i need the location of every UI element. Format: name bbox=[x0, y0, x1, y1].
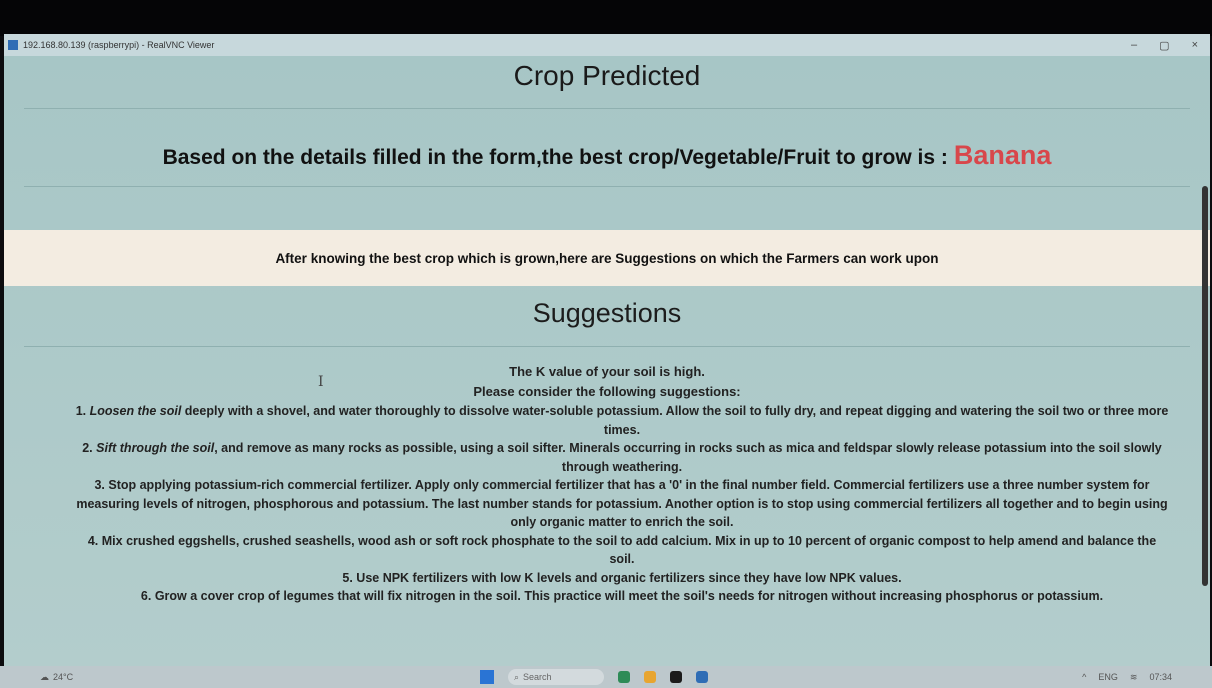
minimize-button[interactable]: – bbox=[1131, 39, 1137, 52]
weather-widget[interactable]: ☁ 24°C bbox=[40, 672, 73, 683]
search-placeholder: Search bbox=[523, 672, 552, 682]
suggestions-list: 1. Loosen the soil deeply with a shovel,… bbox=[74, 402, 1170, 606]
prediction-result: Based on the details filled in the form,… bbox=[4, 140, 1210, 171]
realvnc-taskbar-icon[interactable] bbox=[696, 671, 708, 683]
info-banner: After knowing the best crop which is gro… bbox=[4, 230, 1210, 286]
monitor-bezel bbox=[0, 0, 1212, 36]
taskbar-search[interactable]: ⌕ Search bbox=[508, 669, 604, 685]
start-button[interactable] bbox=[480, 670, 494, 684]
divider bbox=[24, 186, 1190, 187]
system-tray: ^ ENG ≋ 07:34 bbox=[1082, 672, 1172, 683]
browser-app-icon[interactable] bbox=[618, 671, 630, 683]
realvnc-app-icon bbox=[8, 40, 18, 50]
page-title: Crop Predicted bbox=[513, 60, 701, 91]
app-icon[interactable] bbox=[670, 671, 682, 683]
weather-icon: ☁ bbox=[40, 671, 49, 682]
taskbar-center: ⌕ Search bbox=[480, 669, 708, 685]
window-title: 192.168.80.139 (raspberrypi) - RealVNC V… bbox=[23, 40, 215, 50]
divider bbox=[24, 346, 1190, 347]
list-item: 3. Stop applying potassium-rich commerci… bbox=[76, 478, 1168, 529]
monitor-screen: 192.168.80.139 (raspberrypi) - RealVNC V… bbox=[0, 0, 1212, 688]
predicted-crop: Banana bbox=[953, 140, 1052, 170]
list-item: 4. Mix crushed eggshells, crushed seashe… bbox=[87, 533, 1157, 567]
taskbar: ☁ 24°C ⌕ Search ^ ENG ≋ 07:34 bbox=[0, 666, 1212, 688]
list-item: 5. Use NPK fertilizers with low K levels… bbox=[342, 570, 902, 585]
suggestions-intro: The K value of your soil is high. Please… bbox=[4, 362, 1210, 402]
list-item: 1. Loosen the soil deeply with a shovel,… bbox=[75, 404, 1169, 437]
banner-text: After knowing the best crop which is gro… bbox=[275, 250, 939, 266]
consider-line: Please consider the following suggestion… bbox=[473, 384, 741, 399]
wifi-icon[interactable]: ≋ bbox=[1130, 672, 1138, 683]
result-text: Based on the details filled in the form,… bbox=[162, 146, 948, 169]
text-cursor-icon: I bbox=[318, 374, 324, 390]
chevron-up-icon[interactable]: ^ bbox=[1082, 672, 1086, 683]
weather-temp: 24°C bbox=[53, 672, 74, 682]
close-button[interactable]: × bbox=[1192, 39, 1198, 52]
list-item: 6. Grow a cover crop of legumes that wil… bbox=[140, 589, 1104, 603]
maximize-button[interactable]: ▢ bbox=[1159, 39, 1169, 52]
vnc-window: 192.168.80.139 (raspberrypi) - RealVNC V… bbox=[4, 34, 1210, 666]
clock[interactable]: 07:34 bbox=[1149, 672, 1172, 683]
file-explorer-icon[interactable] bbox=[644, 671, 656, 683]
k-value-line: The K value of your soil is high. bbox=[509, 364, 705, 379]
suggestions-heading: Suggestions bbox=[532, 298, 682, 328]
list-item: 2. Sift through the soil, and remove as … bbox=[82, 441, 1162, 474]
page-scrollbar[interactable] bbox=[1202, 186, 1208, 586]
divider bbox=[24, 108, 1190, 109]
window-titlebar[interactable]: 192.168.80.139 (raspberrypi) - RealVNC V… bbox=[4, 34, 1210, 56]
search-icon: ⌕ bbox=[514, 671, 520, 682]
window-controls: – ▢ × bbox=[1131, 39, 1210, 52]
tray-language[interactable]: ENG bbox=[1098, 672, 1118, 683]
page-content: Crop Predicted Based on the details fill… bbox=[4, 56, 1210, 666]
